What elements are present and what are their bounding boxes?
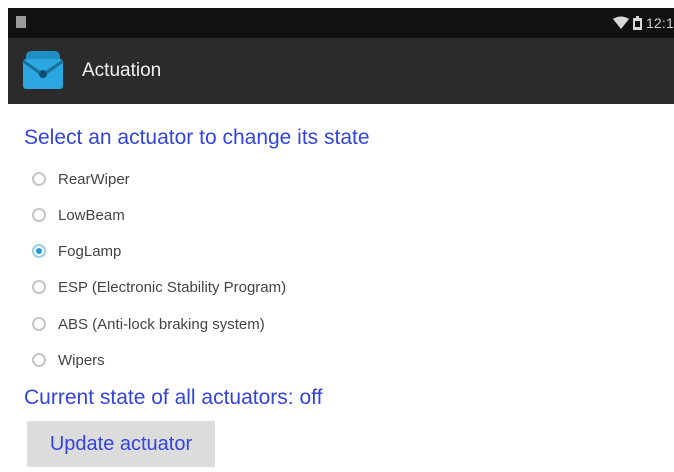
radio-button-icon[interactable] <box>32 172 46 186</box>
radio-option-wipers[interactable]: Wipers <box>32 347 105 373</box>
radio-label: ESP (Electronic Stability Program) <box>58 278 287 296</box>
radio-button-checked-icon[interactable] <box>32 244 46 258</box>
actuation-app-icon[interactable] <box>20 49 66 91</box>
radio-label: FogLamp <box>58 242 122 260</box>
status-icons: 12:1 <box>612 13 674 33</box>
radio-button-icon[interactable] <box>32 280 46 294</box>
radio-button-icon[interactable] <box>32 353 46 367</box>
radio-label: Wipers <box>58 351 105 369</box>
status-bar: 12:1 <box>8 8 674 38</box>
update-actuator-button[interactable]: Update actuator <box>27 421 215 467</box>
notification-icon <box>16 16 26 28</box>
wifi-icon <box>612 16 629 29</box>
radio-option-lowbeam[interactable]: LowBeam <box>32 202 125 228</box>
app-title: Actuation <box>82 60 162 81</box>
clock: 12:1 <box>645 15 674 31</box>
radio-button-icon[interactable] <box>32 208 46 222</box>
actuator-state-text: Current state of all actuators: off <box>24 386 323 409</box>
radio-option-esp[interactable]: ESP (Electronic Stability Program) <box>32 274 286 300</box>
radio-label: RearWiper <box>58 170 130 188</box>
radio-option-abs[interactable]: ABS (Anti-lock braking system) <box>32 311 265 337</box>
radio-label: ABS (Anti-lock braking system) <box>58 315 265 333</box>
radio-option-rearwiper[interactable]: RearWiper <box>32 166 130 192</box>
actuator-prompt: Select an actuator to change its state <box>24 126 370 149</box>
radio-button-icon[interactable] <box>32 317 46 331</box>
radio-option-foglamp[interactable]: FogLamp <box>32 238 121 264</box>
radio-label: LowBeam <box>58 206 125 224</box>
action-bar: Actuation <box>8 38 674 104</box>
battery-icon <box>632 16 642 30</box>
